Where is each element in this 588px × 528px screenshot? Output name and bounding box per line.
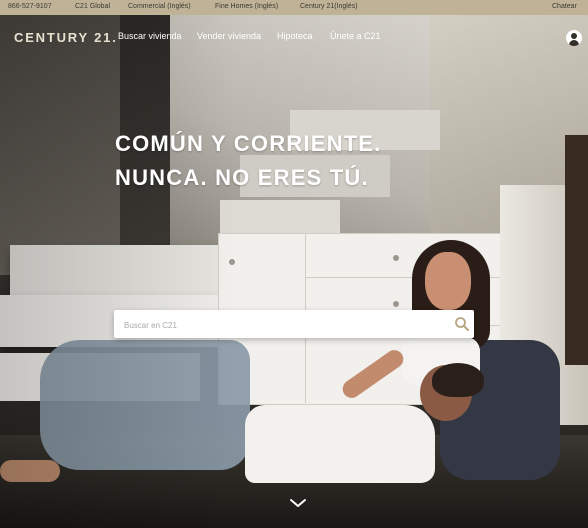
hero-headline-line2: NUNCA. NO ERES TÚ. [115,165,369,190]
nav-vender-vivienda[interactable]: Vender vivienda [197,31,261,41]
user-icon-head [571,33,577,39]
search-bar[interactable] [114,310,474,338]
century21-logo[interactable]: CENTURY 21. [14,30,118,45]
nav-unete-c21[interactable]: Únete a C21 [330,31,381,41]
chevron-down-icon[interactable] [289,497,307,509]
hero-overlay [0,15,588,528]
user-icon[interactable] [566,30,582,46]
search-input[interactable] [122,314,446,336]
top-utility-bar: 866-527-9107 C21 Global Commercial (Ingl… [0,0,588,15]
search-icon[interactable] [454,316,470,332]
hero-image [0,15,588,528]
hero-headline-line1: COMÚN Y CORRIENTE. [115,131,382,156]
user-icon-body [569,40,579,46]
topbar-link-century21[interactable]: Century 21(Inglés) [300,3,358,10]
topbar-link-commercial[interactable]: Commercial (Inglés) [128,3,191,10]
phone-number[interactable]: 866-527-9107 [8,3,52,10]
topbar-link-fine-homes[interactable]: Fine Homes (Inglés) [215,3,278,10]
topbar-link-c21-global[interactable]: C21 Global [75,3,110,10]
chat-link[interactable]: Chatear [552,3,577,10]
nav-buscar-vivienda[interactable]: Buscar vivienda [118,31,182,41]
nav-hipoteca[interactable]: Hipoteca [277,31,313,41]
